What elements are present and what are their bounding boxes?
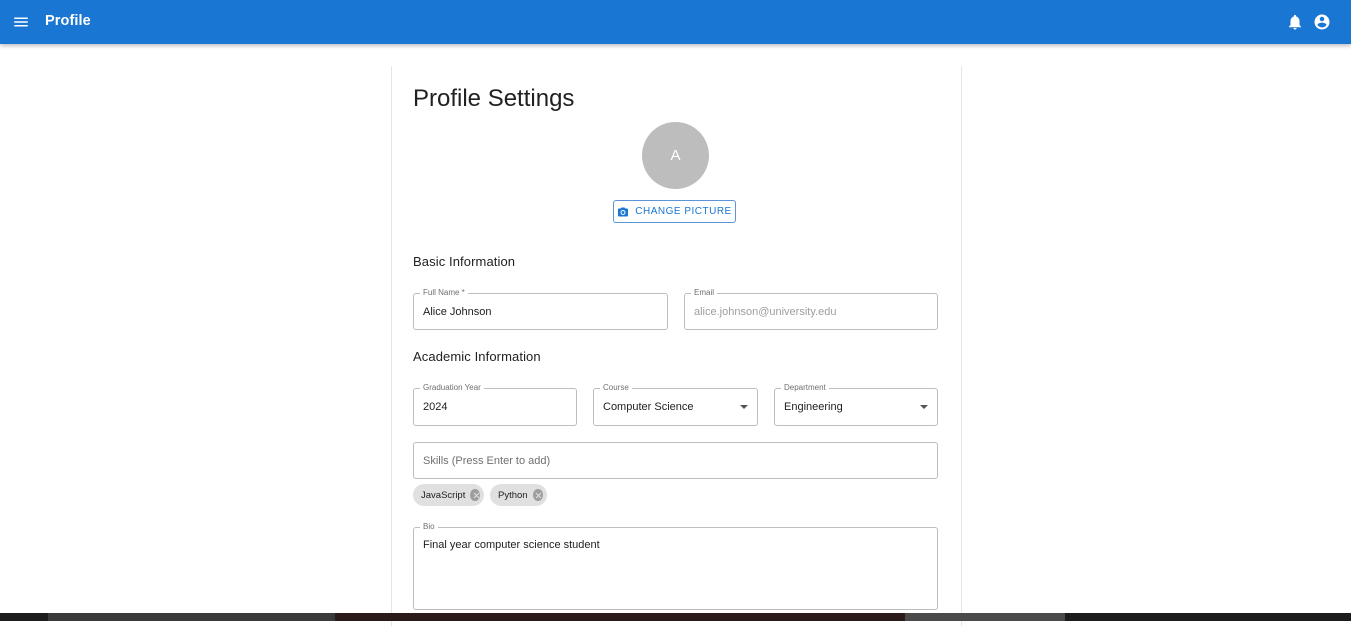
menu-icon[interactable]	[12, 13, 30, 31]
skill-chip-javascript: JavaScript	[413, 484, 484, 506]
department-label: Department	[781, 383, 829, 393]
chip-delete-icon[interactable]	[470, 489, 480, 501]
app-title: Profile	[45, 13, 91, 29]
full-name-value: Alice Johnson	[423, 306, 492, 318]
change-picture-button[interactable]: CHANGE PICTURE	[613, 200, 736, 223]
department-select[interactable]: Department Engineering	[774, 383, 938, 426]
taskbar-item[interactable]	[48, 613, 335, 621]
graduation-year-field[interactable]: Graduation Year 2024	[413, 383, 577, 426]
account-circle-icon[interactable]	[1313, 13, 1331, 31]
bio-value: Final year computer science student	[423, 539, 600, 551]
academic-info-heading: Academic Information	[413, 349, 541, 364]
page-title: Profile Settings	[413, 85, 575, 112]
bio-textarea[interactable]: Bio Final year computer science student	[413, 522, 938, 610]
course-select[interactable]: Course Computer Science	[593, 383, 758, 426]
chip-delete-icon[interactable]	[532, 489, 543, 501]
avatar: A	[642, 122, 709, 189]
camera-icon	[618, 207, 629, 216]
email-label: Email	[691, 288, 718, 298]
skill-chip-label: JavaScript	[421, 489, 466, 501]
graduation-year-value: 2024	[423, 401, 448, 413]
full-name-field[interactable]: Full Name * Alice Johnson	[413, 288, 668, 330]
full-name-label: Full Name *	[420, 288, 468, 298]
course-value: Computer Science	[603, 401, 694, 413]
app-bar: Profile	[0, 0, 1351, 44]
email-field[interactable]: Email alice.johnson@university.edu	[684, 288, 938, 330]
email-value: alice.johnson@university.edu	[694, 306, 837, 318]
skills-placeholder: Skills (Press Enter to add)	[423, 455, 551, 467]
graduation-year-label: Graduation Year	[420, 383, 484, 393]
skill-chip-label: Python	[498, 489, 528, 501]
chevron-down-icon	[920, 405, 928, 409]
basic-info-heading: Basic Information	[413, 254, 516, 269]
taskbar	[0, 613, 1351, 621]
bell-icon[interactable]	[1286, 13, 1304, 31]
chevron-down-icon	[740, 405, 748, 409]
taskbar-item[interactable]	[905, 613, 1065, 621]
course-label: Course	[600, 383, 632, 393]
change-picture-label: CHANGE PICTURE	[635, 206, 732, 217]
bio-label: Bio	[420, 522, 438, 532]
taskbar-item[interactable]	[335, 613, 905, 621]
department-value: Engineering	[784, 401, 843, 413]
avatar-initial: A	[670, 147, 681, 164]
skills-input[interactable]: Skills (Press Enter to add)	[413, 442, 938, 479]
skill-chip-python: Python	[490, 484, 547, 506]
